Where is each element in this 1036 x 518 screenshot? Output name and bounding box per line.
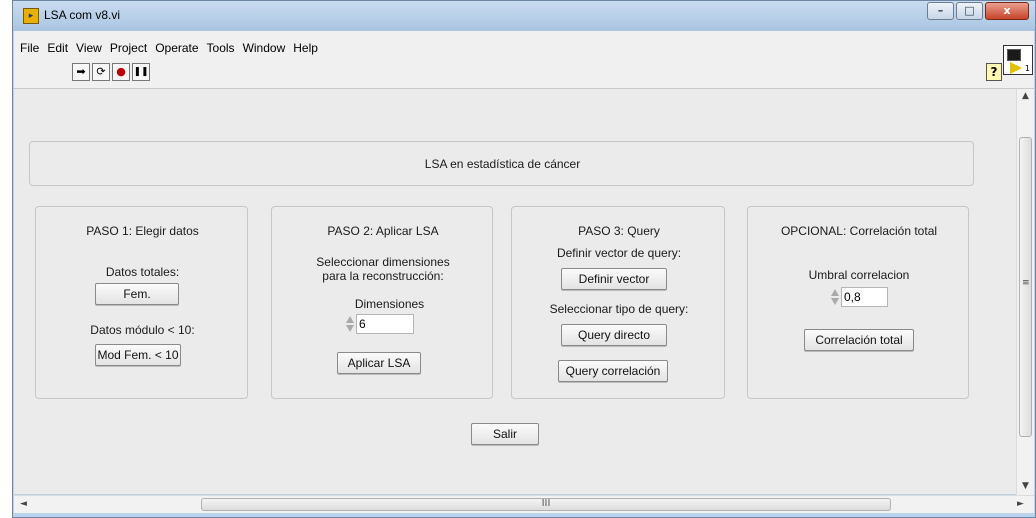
menu-view[interactable]: View [72,41,106,55]
run-arrow-icon[interactable]: ➡ [72,63,90,81]
paso3-section: PASO 3: Query Definir vector de query: D… [511,206,725,399]
abort-icon[interactable]: ● [112,63,130,81]
minimize-button[interactable]: – [927,2,954,20]
opcional-title: OPCIONAL: Correlación total [780,224,938,238]
paso2-section: PASO 2: Aplicar LSA Seleccionar dimensio… [271,206,493,399]
tipo-query-label: Seleccionar tipo de query: [549,302,689,316]
menu-file[interactable]: File [16,41,43,55]
toolbar: ➡ ⟳ ● ❚❚ ? 1 [14,45,1034,89]
definir-query-label: Definir vector de query: [556,246,682,260]
pause-icon[interactable]: ❚❚ [132,63,150,81]
horizontal-scrollbar[interactable]: ◄ III ► [14,495,1034,513]
salir-button[interactable]: Salir [471,423,539,445]
scroll-left-arrow-icon[interactable]: ◄ [20,499,27,509]
paso2-title: PASO 2: Aplicar LSA [327,224,439,238]
umbral-control[interactable]: 0,8 [830,287,888,307]
paso3-title: PASO 3: Query [578,224,660,238]
datos-totales-label: Datos totales: [105,265,180,279]
menu-operate[interactable]: Operate [151,41,202,55]
front-panel: LSA en estadística de cáncer PASO 1: Ele… [14,89,1016,494]
datos-modulo-label: Datos módulo < 10: [90,323,195,337]
labview-vi-icon: ▸ [23,8,39,24]
umbral-input[interactable]: 0,8 [841,287,888,307]
fem-button[interactable]: Fem. [95,283,179,305]
scroll-right-arrow-icon[interactable]: ► [1017,499,1024,509]
query-directo-button[interactable]: Query directo [561,324,667,346]
spin-arrows-icon[interactable] [345,314,355,334]
query-correlacion-button[interactable]: Query correlación [558,360,668,382]
scroll-up-arrow-icon[interactable]: ▲ [1022,91,1029,101]
menu-edit[interactable]: Edit [43,41,72,55]
scroll-down-arrow-icon[interactable]: ▼ [1022,481,1029,491]
page-title: LSA en estadística de cáncer [424,157,581,171]
close-button[interactable]: x [985,2,1029,20]
mod-fem-button[interactable]: Mod Fem. < 10 [95,344,181,366]
dimensiones-input[interactable]: 6 [356,314,414,334]
menu-window[interactable]: Window [239,41,290,55]
scroll-grip-icon: ≡ [1022,278,1030,288]
correlacion-total-button[interactable]: Correlación total [804,329,914,351]
horizontal-scroll-thumb[interactable]: III [201,498,891,511]
labview-window: ▸ LSA com v8.vi – □ x File Edit View Pro… [12,0,1036,518]
vi-connector-icon: 1 [1003,45,1033,75]
vertical-scroll-thumb[interactable]: ≡ [1019,137,1032,437]
run-continuously-icon[interactable]: ⟳ [92,63,110,81]
menu-bar: File Edit View Project Operate Tools Win… [14,31,1034,59]
paso2-desc-line2: para la reconstrucción: [322,269,444,283]
dimensiones-label: Dimensiones [354,297,425,311]
aplicar-lsa-button[interactable]: Aplicar LSA [337,352,421,374]
spin-arrows-icon[interactable] [830,287,840,307]
opcional-section: OPCIONAL: Correlación total Umbral corre… [747,206,969,399]
paso1-section: PASO 1: Elegir datos Datos totales: Fem.… [35,206,248,399]
paso1-title: PASO 1: Elegir datos [86,224,199,238]
window-title: LSA com v8.vi [44,8,121,22]
paso2-desc-line1: Seleccionar dimensiones [316,255,450,269]
dimensiones-control[interactable]: 6 [345,314,414,334]
header-decoration: LSA en estadística de cáncer [29,141,974,186]
menu-help[interactable]: Help [289,41,322,55]
menu-project[interactable]: Project [106,41,151,55]
title-bar[interactable]: ▸ LSA com v8.vi – □ x [13,1,1035,31]
definir-vector-button[interactable]: Definir vector [561,268,667,290]
menu-tools[interactable]: Tools [203,41,239,55]
context-help-icon[interactable]: ? [986,63,1002,81]
umbral-label: Umbral correlacion [808,268,910,282]
vertical-scrollbar[interactable]: ▲ ≡ ▼ [1016,89,1034,497]
maximize-button[interactable]: □ [956,2,983,20]
